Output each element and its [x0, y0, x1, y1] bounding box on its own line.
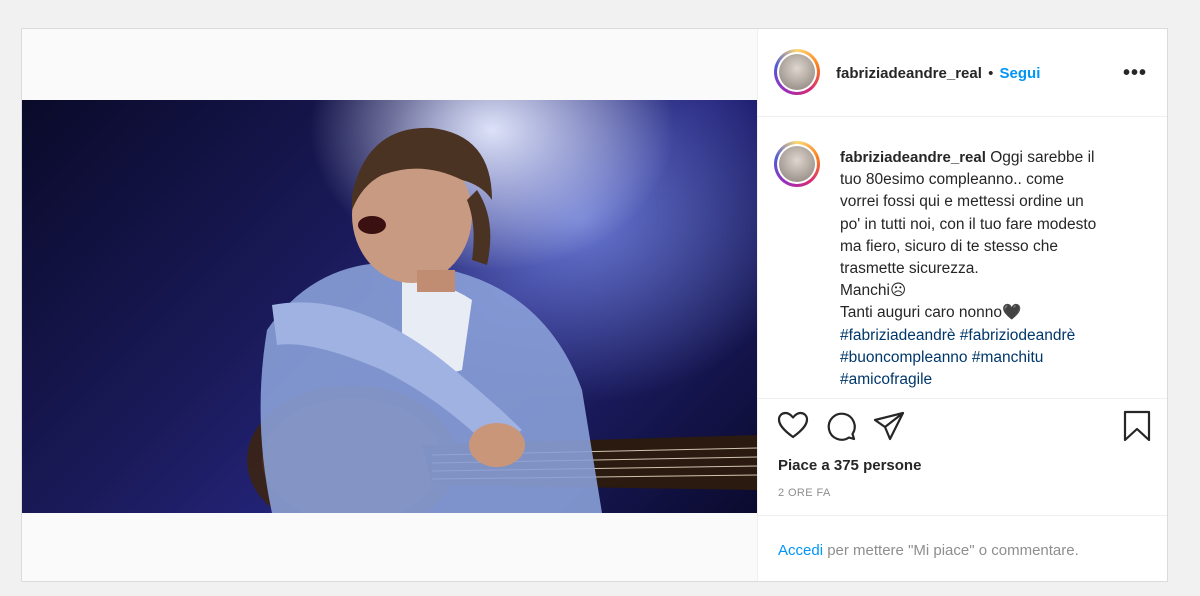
caption-line: ma fiero, sicuro di te stesso che: [840, 237, 1058, 255]
caption-line: tuo 80esimo compleanno.. come: [840, 171, 1065, 189]
login-prompt-text: per mettere "Mi piace" o commentare.: [823, 542, 1079, 559]
post-footer: Accedi per mettere "Mi piace" o commenta…: [758, 515, 1167, 581]
header-user-line: fabriziadeandre_real • Segui: [836, 65, 1040, 82]
bookmark-icon[interactable]: [1120, 409, 1154, 443]
hashtag-link[interactable]: #fabriziadeandrè: [840, 327, 955, 344]
post-timestamp[interactable]: 2 ORE FA: [778, 487, 831, 499]
likes-count[interactable]: Piace a 375 persone: [778, 457, 921, 474]
caption-text: fabriziadeandre_real Oggi sarebbe il tuo…: [840, 147, 1150, 391]
heart-icon[interactable]: [776, 409, 810, 443]
comment-icon[interactable]: [824, 409, 858, 443]
caption-avatar[interactable]: [774, 141, 820, 187]
post-photo[interactable]: [22, 100, 757, 513]
send-icon[interactable]: [872, 409, 906, 443]
post-sidebar: fabriziadeandre_real • Segui ••• fabrizi…: [757, 29, 1167, 581]
action-bar: [758, 409, 1167, 449]
caption-avatar-image: [779, 146, 815, 182]
caption-line: trasmette sicurezza.: [840, 260, 979, 278]
hashtag-link[interactable]: #amicofragile: [840, 371, 932, 388]
caption-line: vorrei fossi qui e mettessi ordine un: [840, 193, 1084, 211]
hashtag-link[interactable]: #fabriziodeandrè: [960, 327, 1075, 344]
login-prompt: Accedi per mettere "Mi piace" o commenta…: [778, 542, 1079, 559]
caption-line: po' in tutti noi, con il tuo fare modest…: [840, 215, 1097, 233]
hashtag-line: #buoncompleanno #manchitu: [840, 347, 1150, 369]
hashtag-line: #fabriziadeandrè #fabriziodeandrè: [840, 325, 1150, 347]
avatar[interactable]: [774, 49, 820, 95]
caption-line: Manchi☹: [840, 282, 907, 300]
caption-line: Tanti auguri caro nonno🖤: [840, 304, 1022, 322]
hashtag-link[interactable]: #buoncompleanno: [840, 349, 968, 366]
caption-line: Oggi sarebbe il: [990, 149, 1095, 166]
post-header: fabriziadeandre_real • Segui •••: [758, 29, 1167, 117]
hashtag-link[interactable]: #manchitu: [972, 349, 1044, 366]
instagram-post: fabriziadeandre_real • Segui ••• fabrizi…: [21, 28, 1168, 582]
header-username-link[interactable]: fabriziadeandre_real: [836, 65, 982, 82]
caption-section: fabriziadeandre_real Oggi sarebbe il tuo…: [758, 117, 1167, 399]
follow-button[interactable]: Segui: [1000, 65, 1041, 82]
login-link[interactable]: Accedi: [778, 542, 823, 559]
photo-illustration: [247, 127, 757, 513]
more-options-icon[interactable]: •••: [1123, 62, 1147, 85]
caption-first-line: fabriziadeandre_real Oggi sarebbe il: [840, 147, 1150, 169]
caption-username-link[interactable]: fabriziadeandre_real: [840, 149, 986, 166]
avatar-image: [779, 54, 815, 90]
post-media-area: [22, 29, 757, 581]
hashtag-line: #amicofragile: [840, 369, 1150, 391]
header-separator: •: [988, 65, 994, 82]
